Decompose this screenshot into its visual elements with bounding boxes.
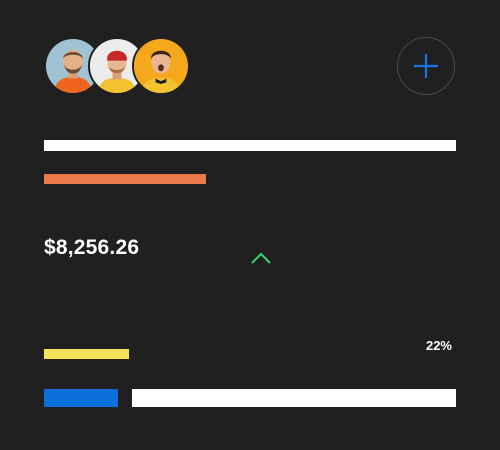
placeholder-bar <box>44 140 456 151</box>
progress-bar-track <box>132 389 456 407</box>
avatar-group <box>44 37 194 97</box>
progress-bar-yellow <box>44 349 129 359</box>
chevron-up-icon <box>251 252 271 264</box>
progress-bar-fill <box>44 389 118 407</box>
avatar[interactable] <box>132 37 190 95</box>
progress-percent: 22% <box>425 338 452 353</box>
plus-icon <box>414 54 438 78</box>
balance-amount: $8,256.26 <box>44 236 140 259</box>
avatar-person-yellow-background-icon <box>134 39 188 93</box>
add-button[interactable] <box>397 37 455 95</box>
accent-bar <box>44 174 206 184</box>
